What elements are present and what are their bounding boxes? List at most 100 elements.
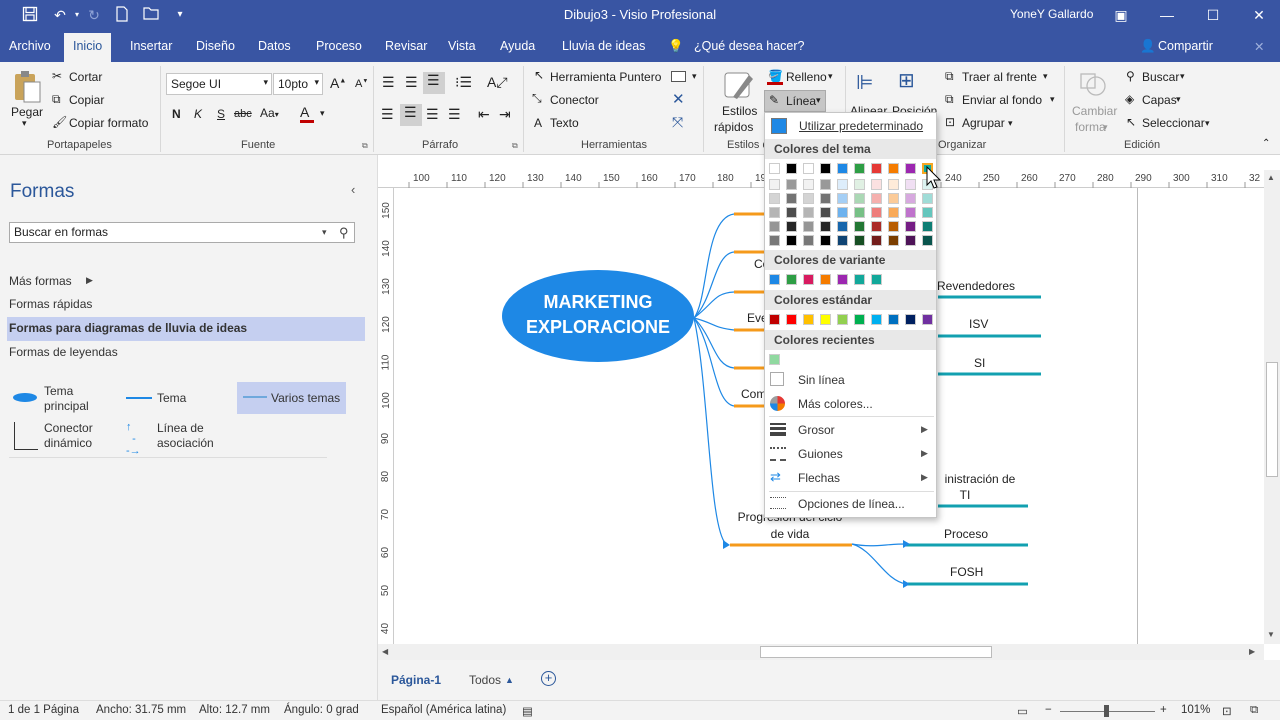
tab-ayuda[interactable]: Ayuda [500,39,535,53]
theme-color-swatch[interactable] [786,235,797,246]
topic-label-it-admin[interactable]: TI [935,488,995,502]
chevron-up-icon[interactable]: ▲ [505,675,514,685]
tab-proceso[interactable]: Proceso [316,39,362,53]
connector-tool-button[interactable]: Conector [550,93,599,107]
variant-color-swatch[interactable] [854,274,865,285]
select-icon[interactable]: ↖ [1126,115,1136,129]
chevron-down-icon[interactable]: ▾ [1043,71,1048,82]
topic-label[interactable]: Com [741,387,766,401]
vertical-scrollbar[interactable]: ▲ ▼ [1264,170,1280,644]
theme-color-swatch[interactable] [922,207,933,218]
theme-color-swatch[interactable] [769,193,780,204]
standard-color-swatch[interactable] [854,314,865,325]
dynamic-connector-shape-icon[interactable] [14,422,38,450]
font-size-select[interactable]: 10pto ▾ [273,73,323,95]
standard-color-swatch[interactable] [871,314,882,325]
standard-color-swatch[interactable] [820,314,831,325]
chevron-right-icon[interactable]: ▶ [86,275,93,286]
tell-me-input[interactable]: ¿Qué desea hacer? [694,39,805,53]
variant-color-swatch[interactable] [871,274,882,285]
tab-lluvia-de-ideas[interactable]: Lluvia de ideas [562,39,645,53]
theme-color-swatch[interactable] [922,235,933,246]
theme-color-swatch[interactable] [888,221,899,232]
bullets-icon[interactable]: ⁝☰ [455,74,472,91]
theme-color-swatch[interactable] [871,207,882,218]
paste-button[interactable]: Pegar [11,105,43,119]
all-pages-button[interactable]: Todos [469,673,501,687]
stencil-topic[interactable]: Tema [157,391,186,406]
bring-to-front-button[interactable]: Traer al frente [962,70,1037,84]
theme-color-swatch[interactable] [769,163,780,174]
align-middle-icon[interactable]: ☰ [405,74,418,91]
theme-color-swatch[interactable] [854,221,865,232]
collapse-ribbon-icon[interactable]: ⌃ [1262,138,1270,149]
italic-button[interactable]: K [194,107,202,121]
use-default-item[interactable]: Utilizar predeterminado [769,117,932,135]
send-back-icon[interactable]: ⧉ [945,92,954,107]
search-icon[interactable]: ⚲ [339,225,349,241]
variant-color-swatch[interactable] [786,274,797,285]
more-shapes-item[interactable]: Más formas [9,274,72,288]
select-button[interactable]: Seleccionar [1142,116,1205,130]
search-input[interactable]: Buscar en formas [9,222,355,243]
standard-color-swatch[interactable] [905,314,916,325]
theme-color-swatch[interactable] [888,193,899,204]
fill-icon[interactable]: 🪣 [768,69,783,83]
chevron-down-icon[interactable]: ▾ [1008,118,1013,129]
font-case-icon[interactable]: Aa▾ [260,106,279,120]
theme-color-swatch[interactable] [820,163,831,174]
share-button[interactable]: Compartir [1158,39,1213,53]
add-page-icon[interactable]: + [541,671,556,686]
scroll-up-icon[interactable]: ▲ [1267,173,1275,182]
format-painter-button[interactable]: Copiar formato [69,116,148,130]
theme-color-swatch[interactable] [888,207,899,218]
scroll-right-icon[interactable]: ▶ [1249,647,1255,656]
theme-color-swatch[interactable] [905,235,916,246]
text-direction-icon[interactable]: A⤢ [487,74,508,91]
increase-indent-icon[interactable]: ⇥ [499,106,511,123]
variant-color-swatch[interactable] [803,274,814,285]
theme-color-swatch[interactable] [820,235,831,246]
close-ribbon-icon[interactable]: ✕ [1254,39,1264,54]
theme-color-swatch[interactable] [922,193,933,204]
stencil-multiple-topics[interactable]: Varios temas [237,382,346,414]
more-colors-item[interactable]: Más colores... [798,397,873,411]
scroll-down-icon[interactable]: ▼ [1267,630,1275,639]
bring-front-icon[interactable]: ⧉ [945,69,954,84]
change-shape-label-1[interactable]: Cambiar [1072,104,1117,118]
chevron-down-icon[interactable]: ▾ [22,118,27,129]
chevron-down-icon[interactable]: ▾ [1103,122,1108,133]
align-left-icon[interactable]: ☰ [381,106,394,123]
position-icon[interactable]: ⊞ [898,68,915,93]
theme-color-swatch[interactable] [837,163,848,174]
theme-color-swatch[interactable] [803,235,814,246]
theme-color-swatch[interactable] [905,193,916,204]
zoom-slider-thumb[interactable] [1104,705,1109,717]
search-icon[interactable]: ⚲ [1126,69,1135,83]
scroll-thumb[interactable] [760,646,992,658]
status-language[interactable]: Español (América latina) [381,704,506,716]
no-line-item[interactable]: Sin línea [798,373,845,387]
chevron-down-icon[interactable]: ▾ [322,227,327,238]
theme-color-swatch[interactable] [905,163,916,174]
callout-shapes-item[interactable]: Formas de leyendas [9,345,118,359]
status-page-count[interactable]: 1 de 1 Página [8,704,79,716]
variant-color-row[interactable] [769,274,935,288]
theme-color-swatch[interactable] [786,207,797,218]
theme-color-swatch[interactable] [837,235,848,246]
topic-label-si[interactable]: SI [974,356,985,370]
variant-color-swatch[interactable] [769,274,780,285]
chevron-down-icon[interactable]: ▾ [320,108,325,119]
main-topic-shape[interactable] [502,270,694,362]
topic-label-it-admin[interactable]: inistración de [935,472,1025,486]
user-name[interactable]: YoneY Gallardo [1010,7,1093,21]
theme-color-swatch[interactable] [769,221,780,232]
presentation-mode-icon[interactable]: ▭ [1017,704,1028,718]
cut-button[interactable]: Cortar [69,70,102,84]
theme-color-swatch[interactable] [837,179,848,190]
quick-shapes-item[interactable]: Formas rápidas [9,297,92,311]
macro-recording-icon[interactable]: ▤ [522,704,533,718]
fill-button[interactable]: Relleno [786,70,827,84]
quick-styles-icon[interactable] [723,69,755,103]
align-bottom-icon[interactable]: ☰ [423,72,445,94]
